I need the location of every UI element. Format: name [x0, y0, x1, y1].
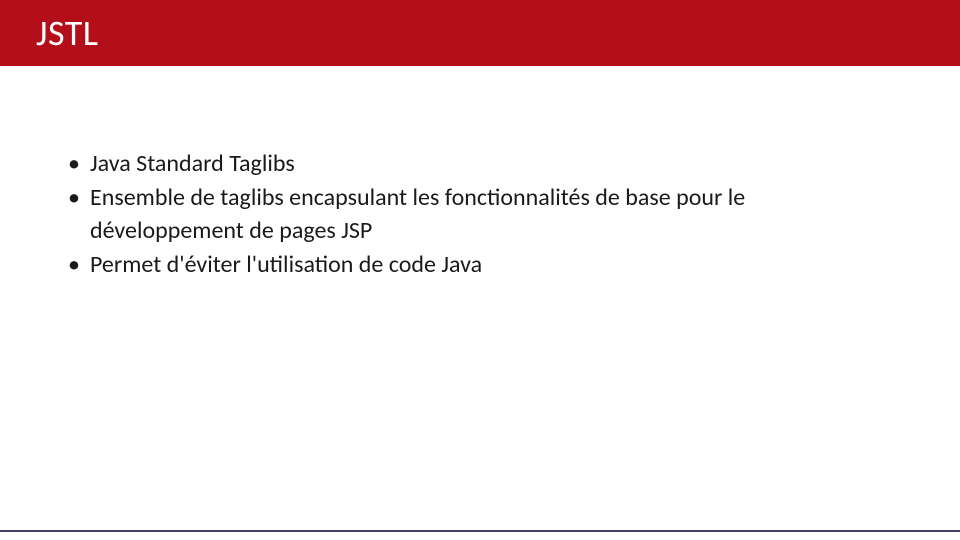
- bullet-item: Java Standard Taglibs: [68, 148, 892, 180]
- bullet-item: Ensemble de taglibs encapsulant les fonc…: [68, 182, 892, 247]
- slide-header: JSTL: [0, 0, 960, 66]
- bullet-list: Java Standard Taglibs Ensemble de taglib…: [68, 148, 892, 282]
- slide-content: Java Standard Taglibs Ensemble de taglib…: [0, 66, 960, 282]
- slide-title: JSTL: [36, 11, 98, 55]
- bullet-item: Permet d'éviter l'utilisation de code Ja…: [68, 249, 892, 281]
- footer-divider: [0, 530, 960, 532]
